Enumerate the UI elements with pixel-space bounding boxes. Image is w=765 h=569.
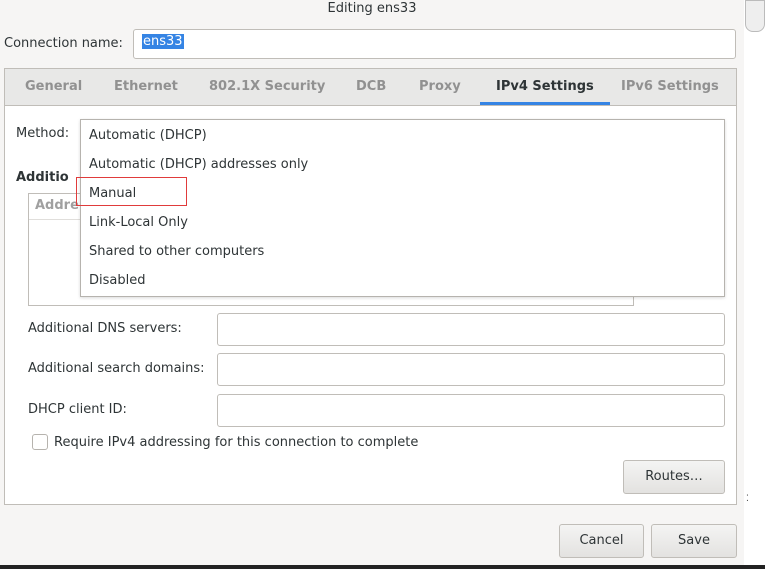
tab-proxy[interactable]: Proxy	[403, 69, 477, 105]
method-option-shared[interactable]: Shared to other computers	[81, 237, 724, 266]
method-dropdown-list[interactable]: Automatic (DHCP) Automatic (DHCP) addres…	[80, 119, 725, 297]
require-ipv4-checkbox[interactable]	[32, 434, 48, 450]
search-domains-input[interactable]	[217, 353, 725, 386]
method-option-dhcp-addresses-only[interactable]: Automatic (DHCP) addresses only	[81, 150, 724, 179]
background-window-edge: ⁚	[744, 0, 765, 569]
edge-glyph-icon: ⁚	[746, 494, 749, 504]
method-option-disabled[interactable]: Disabled	[81, 266, 724, 295]
window-title: Editing ens33	[327, 1, 417, 16]
additional-addresses-label: Additio	[16, 170, 69, 185]
method-option-manual[interactable]: Manual	[81, 179, 724, 208]
tab-general[interactable]: General	[9, 69, 98, 105]
dns-servers-input[interactable]	[217, 313, 725, 346]
connection-name-input[interactable]: ens33	[133, 29, 736, 59]
dns-servers-label: Additional DNS servers:	[28, 321, 182, 336]
tab-ethernet[interactable]: Ethernet	[98, 69, 194, 105]
cancel-button[interactable]: Cancel	[559, 524, 644, 558]
dhcp-client-id-input[interactable]	[217, 394, 725, 427]
dhcp-client-id-label: DHCP client ID:	[28, 402, 127, 417]
save-button[interactable]: Save	[651, 524, 737, 558]
search-domains-label: Additional search domains:	[28, 361, 205, 376]
tab-ipv4-settings[interactable]: IPv4 Settings	[480, 69, 610, 105]
require-ipv4-row[interactable]: Require IPv4 addressing for this connect…	[32, 434, 418, 450]
connection-name-value: ens33	[142, 34, 184, 49]
tab-ipv6-settings[interactable]: IPv6 Settings	[605, 69, 735, 105]
connection-editor-window: Editing ens33 Connection name: ens33 Gen…	[0, 0, 745, 566]
routes-button[interactable]: Routes…	[623, 460, 725, 494]
scrollbar-thumb[interactable]	[745, 0, 765, 32]
tab-bar: General Ethernet 802.1X Security DCB Pro…	[5, 69, 736, 106]
method-option-automatic-dhcp[interactable]: Automatic (DHCP)	[81, 121, 724, 150]
method-label: Method:	[16, 126, 70, 141]
require-ipv4-label: Require IPv4 addressing for this connect…	[54, 434, 419, 450]
desktop-edge	[0, 565, 765, 569]
tab-8021x-security[interactable]: 802.1X Security	[193, 69, 341, 105]
method-option-link-local[interactable]: Link-Local Only	[81, 208, 724, 237]
connection-name-label: Connection name:	[4, 36, 123, 51]
tab-dcb[interactable]: DCB	[340, 69, 402, 105]
